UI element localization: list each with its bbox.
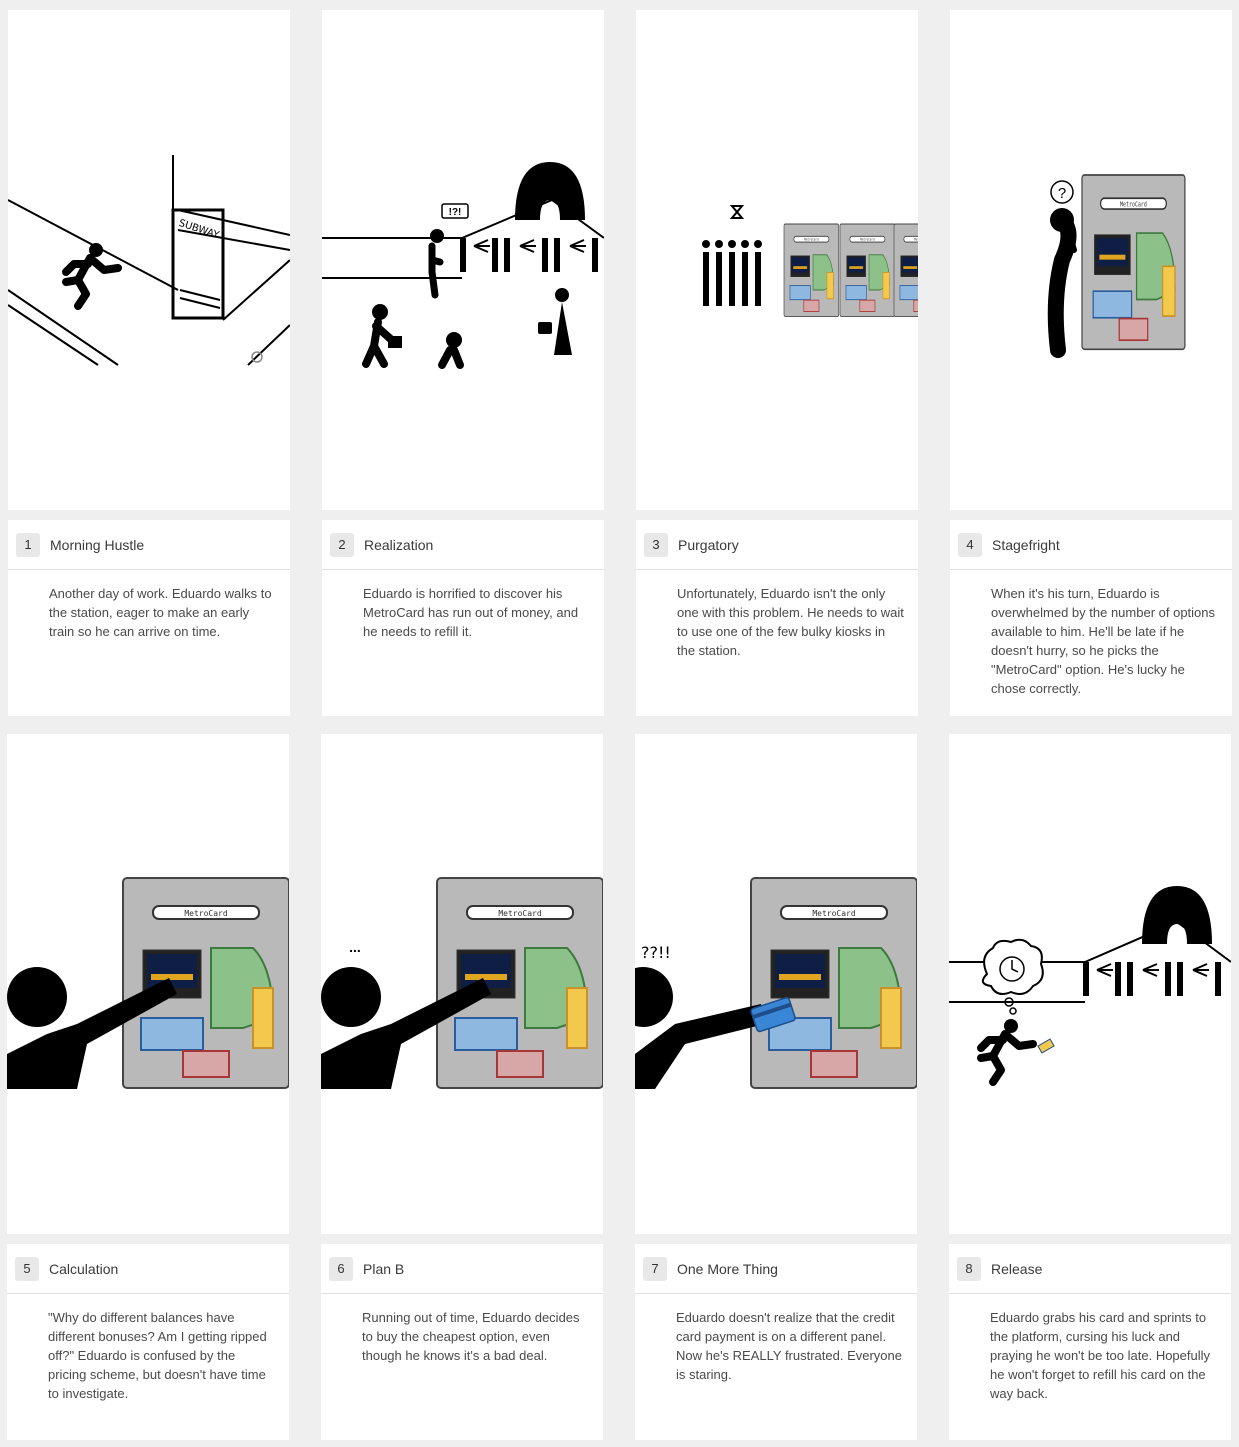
turnstiles-icon <box>1082 961 1222 997</box>
calculation-illustration <box>7 877 289 1089</box>
panel-illustration <box>636 10 918 510</box>
panel-title: Morning Hustle <box>50 536 145 553</box>
panel-illustration: ? <box>950 10 1232 510</box>
panel-number: 1 <box>16 532 40 557</box>
kiosk-icon <box>839 223 896 317</box>
panel-illustration: ??!! <box>635 734 917 1234</box>
panel-number: 5 <box>15 1256 39 1281</box>
subway-sign-text: SUBWAY <box>177 218 221 242</box>
morning-hustle-illustration: SUBWAY <box>8 155 290 366</box>
panel-description: When it's his turn, Eduardo is overwhelm… <box>991 586 1216 696</box>
metrocard-icon <box>1037 1038 1055 1054</box>
panel-number: 2 <box>330 532 354 557</box>
panel-caption: 4 Stagefright When it's his turn, Eduard… <box>950 520 1232 716</box>
plan-b-illustration: ... <box>321 877 603 1089</box>
panel-illustration <box>7 734 289 1234</box>
kiosk-icon <box>893 223 918 317</box>
panel-number: 7 <box>643 1256 667 1281</box>
panel-title: Plan B <box>363 1260 405 1277</box>
panel-description: Eduardo grabs his card and sprints to th… <box>990 1310 1211 1401</box>
panel-description: Eduardo is horrified to discover his Met… <box>363 586 579 639</box>
kiosk-icon <box>1081 174 1186 351</box>
panel-description: Running out of time, Eduardo decides to … <box>362 1310 580 1363</box>
panel-illustration: !?! <box>322 10 604 510</box>
realization-illustration: !?! <box>322 162 604 369</box>
release-illustration <box>949 886 1231 1234</box>
panel-title: One More Thing <box>677 1260 778 1277</box>
panel-number: 4 <box>958 532 982 557</box>
one-more-thing-illustration: ??!! <box>635 877 917 1089</box>
panel-number: 6 <box>329 1256 353 1281</box>
exclamation-text: ??!! <box>641 943 671 962</box>
panel-caption: 8 Release Eduardo grabs his card and spr… <box>949 1244 1231 1440</box>
panel-title: Purgatory <box>678 536 739 553</box>
panel-title: Calculation <box>49 1260 119 1277</box>
panel-illustration: ... <box>321 734 603 1234</box>
thought-question-text: ? <box>1058 185 1066 202</box>
panel-title: Release <box>991 1260 1043 1277</box>
stagefright-illustration: ? <box>1047 174 1186 358</box>
ellipsis-text: ... <box>349 939 361 955</box>
running-person-icon <box>981 1019 1033 1082</box>
panel-illustration <box>949 734 1231 1234</box>
running-person-icon <box>66 243 118 306</box>
panel-title: Stagefright <box>992 536 1060 553</box>
panel-description: Another day of work. Eduardo walks to th… <box>49 586 272 639</box>
hourglass-icon <box>729 205 745 219</box>
purgatory-illustration <box>702 205 918 317</box>
panel-title: Realization <box>364 536 434 553</box>
speech-bubble-text: !?! <box>449 207 462 218</box>
panel-description: "Why do different balances have differen… <box>48 1310 267 1401</box>
kiosk-icon <box>750 877 917 1089</box>
turnstiles-icon <box>459 237 599 273</box>
panel-number: 3 <box>644 532 668 557</box>
kiosk-icon <box>436 877 603 1089</box>
panel-number: 8 <box>957 1256 981 1281</box>
panel-caption: 7 One More Thing Eduardo doesn't realize… <box>635 1244 917 1440</box>
panel-caption: 5 Calculation "Why do different balances… <box>7 1244 289 1440</box>
kiosk-icon <box>783 223 840 317</box>
panel-caption: 1 Morning Hustle Another day of work. Ed… <box>8 520 290 716</box>
panel-caption: 2 Realization Eduardo is horrified to di… <box>322 520 604 716</box>
panel-caption: 6 Plan B Running out of time, Eduardo de… <box>321 1244 603 1440</box>
panel-caption: 3 Purgatory Unfortunately, Eduardo isn't… <box>636 520 918 716</box>
kiosk-icon <box>122 877 289 1089</box>
panel-illustration: SUBWAY <box>8 10 290 510</box>
panel-description: Unfortunately, Eduardo isn't the only on… <box>677 586 904 658</box>
panel-description: Eduardo doesn't realize that the credit … <box>676 1310 903 1382</box>
